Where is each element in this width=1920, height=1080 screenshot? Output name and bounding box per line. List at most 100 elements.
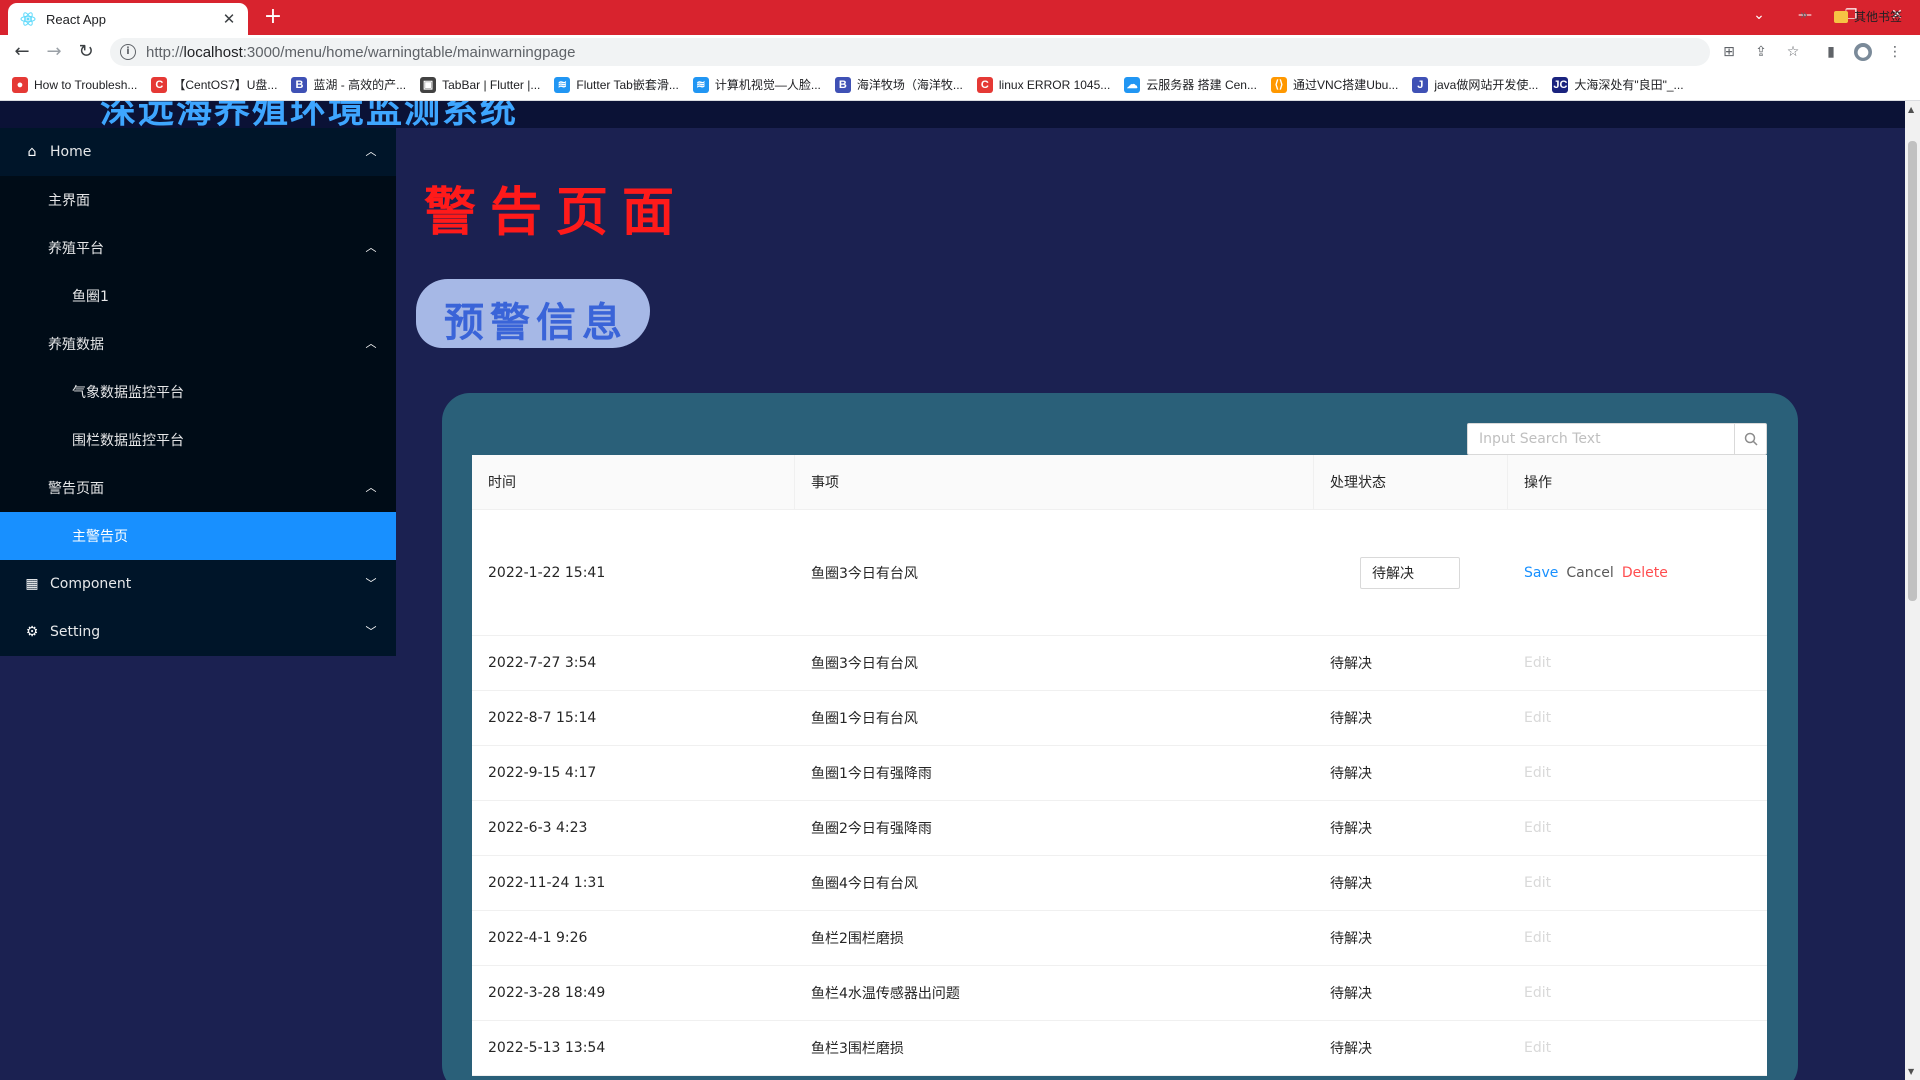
edit-link[interactable]: Edit [1508,1021,1767,1075]
browser-menu-icon[interactable]: ⋮ [1886,43,1904,61]
cell-status: 待解决 [1330,821,1372,837]
address-bar[interactable]: i http://localhost:3000/menu/home/warnin… [110,38,1710,66]
search-button[interactable] [1734,424,1766,454]
tab-search-icon[interactable]: ⌄ [1736,0,1782,30]
table-row: 2022-5-13 13:54 鱼栏3围栏磨损 待解决 Edit [472,1021,1767,1076]
column-header-actions: 操作 [1524,475,1552,491]
edit-link[interactable]: Edit [1508,966,1767,1020]
bookmark-item[interactable]: ▣ TabBar | Flutter |... [420,76,541,93]
search-input[interactable] [1468,424,1734,454]
scroll-down-icon[interactable]: ▼ [1908,1067,1914,1076]
appstore-icon: ▦ [25,576,39,592]
column-header-status: 处理状态 [1314,455,1508,509]
bookmark-favicon-icon: B [291,76,308,93]
bookmark-item[interactable]: JC 大海深处有"良田"_... [1552,76,1684,93]
app-header: 深远海养殖环境监测系统 [0,101,1905,128]
sidebar-item-setting[interactable]: ⚙ Setting ﹀ [0,608,396,656]
edit-link[interactable]: Edit [1508,801,1767,855]
share-icon[interactable]: ⇪ [1752,43,1770,61]
bookmark-item[interactable]: B 蓝湖 - 高效的产... [291,76,406,93]
bookmark-item[interactable]: B 海洋牧场（海洋牧... [834,76,963,93]
bookmark-favicon-icon: J [1412,76,1429,93]
chevron-down-icon: ﹀ [365,625,377,638]
bookmark-favicon-icon: C [976,76,993,93]
edit-link[interactable]: Edit [1508,691,1767,745]
sidebar-item-fishpen-1[interactable]: 鱼圈1 [0,272,396,320]
table-row: 2022-8-7 15:14 鱼圈1今日有台风 待解决 Edit [472,691,1767,746]
url-text: http://localhost:3000/menu/home/warningt… [146,43,576,61]
cell-event: 鱼圈1今日有台风 [811,711,918,727]
bookmarks-overflow-icon[interactable]: » [1800,8,1808,23]
search-icon [1744,432,1758,446]
browser-tab[interactable]: React App ✕ [8,3,248,35]
bookmark-label: How to Troublesh... [34,77,138,92]
profile-avatar[interactable]: ● [1854,43,1872,61]
cell-status: 待解决 [1314,510,1508,635]
bookmark-favicon-icon: ▣ [420,76,437,93]
bookmark-item[interactable]: ⟨⟩ 通过VNC搭建Ubu... [1270,76,1399,93]
bookmark-item[interactable]: ≋ Flutter Tab嵌套滑... [554,76,679,93]
cell-time: 2022-5-13 13:54 [488,1040,606,1056]
bookmark-label: 蓝湖 - 高效的产... [313,78,407,92]
bookmark-label: 【CentOS7】U盘... [173,78,278,92]
forward-arrow-icon[interactable]: → [42,40,66,64]
sidebar-item-farming-data[interactable]: 养殖数据 ︿ [0,320,396,368]
bookmark-item[interactable]: Clinux ERROR 1045... [976,76,1110,93]
column-header-time: 时间 [472,455,795,509]
site-info-icon[interactable]: i [120,44,136,60]
scrollbar-thumb[interactable] [1908,141,1917,601]
sidebar-item-fence-monitor[interactable]: 围栏数据监控平台 [0,416,396,464]
sidebar-item-label: 鱼圈1 [72,289,109,305]
table-row: 2022-7-27 3:54 鱼圈3今日有台风 待解决 Edit [472,636,1767,691]
sidebar-item-warning-page[interactable]: 警告页面 ︿ [0,464,396,512]
edit-link[interactable]: Edit [1508,911,1767,965]
sidebar-item-main-warning[interactable]: 主警告页 [0,512,396,560]
home-icon: ⌂ [27,144,37,160]
bookmark-item[interactable]: ● How to Troublesh... [12,76,138,93]
sidebar-item-weather-monitor[interactable]: 气象数据监控平台 [0,368,396,416]
status-input[interactable]: 待解决 [1360,556,1460,589]
sidebar-item-label: 主警告页 [72,529,128,545]
scroll-up-icon[interactable]: ▲ [1908,105,1914,114]
edit-link[interactable]: Edit [1508,636,1767,690]
side-panel-icon[interactable]: ▮ [1822,43,1840,61]
back-arrow-icon[interactable]: ← [10,40,34,64]
translate-icon[interactable]: ⊞ [1720,43,1738,61]
sidebar-item-label: 围栏数据监控平台 [72,433,184,449]
cancel-link[interactable]: Cancel [1566,565,1613,581]
other-bookmarks-label: 其他书签 [1854,10,1903,24]
sidebar-item-main[interactable]: 主界面 [0,176,396,224]
delete-link[interactable]: Delete [1622,565,1668,581]
cell-time: 2022-1-22 15:41 [488,564,606,581]
bookmark-item[interactable]: Jjava做网站开发使... [1412,76,1538,93]
bookmark-favicon-icon: C [151,76,168,93]
other-bookmarks-folder[interactable]: 其他书签 [1834,8,1902,25]
bookmark-star-icon[interactable]: ☆ [1784,43,1802,61]
cell-event: 鱼圈3今日有台风 [811,565,918,582]
edit-link[interactable]: Edit [1508,746,1767,800]
close-tab-icon[interactable]: ✕ [220,10,238,28]
cell-event: 鱼栏4水温传感器出问题 [811,986,960,1002]
sidebar-item-component[interactable]: ▦ Component ﹀ [0,560,396,608]
chevron-up-icon: ︿ [365,337,377,350]
edit-link[interactable]: Edit [1508,856,1767,910]
bookmark-item[interactable]: ≋ 计算机视觉—人脸... [692,76,821,93]
save-link[interactable]: Save [1524,565,1558,581]
bookmark-item[interactable]: ☁ 云服务器 搭建 Cen... [1124,76,1257,93]
bookmark-label: TabBar | Flutter |... [442,77,541,92]
reload-icon[interactable]: ↻ [74,40,98,64]
bookmark-favicon-icon: ≋ [554,76,571,93]
tab-title: React App [46,11,106,27]
bookmark-label: 通过VNC搭建Ubu... [1292,78,1399,92]
sidebar-item-label: Component [50,576,132,592]
new-tab-button[interactable]: + [260,5,286,31]
sidebar-item-farming-platform[interactable]: 养殖平台 ︿ [0,224,396,272]
page-scrollbar[interactable]: ▲ ▼ [1905,101,1920,1080]
bookmark-label: 海洋牧场（海洋牧... [856,78,963,92]
cell-status: 待解决 [1330,656,1372,672]
bookmark-label: Flutter Tab嵌套滑... [576,78,679,92]
browser-tab-strip: React App ✕ + ⌄ — ❐ ✕ [0,0,1920,35]
sidebar-item-label: 警告页面 [48,481,104,497]
sidebar-item-home[interactable]: ⌂ Home ︿ [0,128,396,176]
bookmark-item[interactable]: C 【CentOS7】U盘... [151,76,277,93]
